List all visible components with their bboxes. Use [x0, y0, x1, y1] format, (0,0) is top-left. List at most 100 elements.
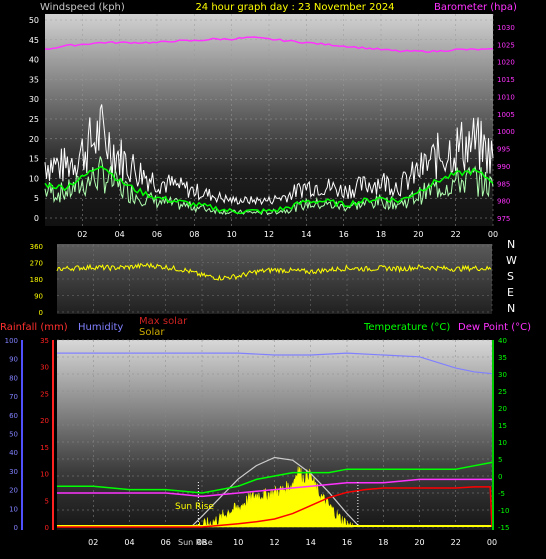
wind-tick-label: 40: [29, 56, 39, 65]
humidity-tick-label: 50: [9, 431, 18, 439]
dir-tick-label: 0: [39, 309, 43, 317]
temp-tick-label: 0: [498, 473, 502, 481]
weather-graph: Windspeed (kph) 24 hour graph day : 23 N…: [0, 2, 531, 547]
wind-x-tick-label: 10: [227, 230, 237, 239]
dir-tick-label: 180: [30, 276, 43, 284]
wind-tick-label: 35: [29, 75, 39, 84]
temp-tick-label: 10: [498, 439, 507, 447]
wind-tick-label: 30: [29, 95, 39, 104]
temp-tick-label: 35: [498, 354, 507, 362]
baro-tick-label: 1025: [497, 41, 515, 49]
wind-tick-label: 25: [29, 115, 39, 124]
wind-tick-label: 0: [34, 214, 39, 223]
temp-tick-label: -15: [498, 524, 509, 532]
temp-tick-label: -10: [498, 507, 509, 515]
sunrise-axis-label: Sun Rise: [178, 538, 213, 547]
humidity-tick-label: 60: [9, 412, 18, 420]
dir-tick-label: 360: [30, 243, 43, 251]
baro-tick-label: 1010: [497, 93, 515, 101]
rain-tick-label: 15: [40, 444, 49, 452]
rain-axis-bar: [52, 340, 54, 530]
temp-x-tick-label: 18: [378, 538, 388, 547]
baro-tick-label: 1015: [497, 76, 515, 84]
barometer-axis-title: Barometer (hpa): [434, 2, 517, 13]
temp-tick-label: 30: [498, 371, 507, 379]
humidity-tick-label: 80: [9, 374, 18, 382]
wind-tick-label: 50: [29, 16, 39, 25]
wind-x-tick-label: 18: [376, 230, 386, 239]
dir-tick-label: 270: [30, 260, 43, 268]
wind-x-tick-label: 02: [77, 230, 87, 239]
rain-tick-label: 20: [40, 417, 49, 425]
wind-x-tick-label: 14: [301, 230, 311, 239]
wind-x-tick-label: 12: [264, 230, 274, 239]
temp-axis-bar: [492, 340, 494, 530]
temp-x-tick-label: 14: [306, 538, 316, 547]
humidity-tick-label: 70: [9, 393, 18, 401]
humidity-tick-label: 40: [9, 449, 18, 457]
wind-x-tick-label: 04: [115, 230, 125, 239]
temp-x-tick-label: 04: [124, 538, 134, 547]
humidity-legend: Humidity: [78, 322, 123, 333]
temp-x-tick-label: 10: [233, 538, 243, 547]
max-solar-legend: Max solar: [139, 316, 188, 327]
baro-tick-label: 990: [497, 163, 510, 171]
temp-tick-label: 40: [498, 337, 507, 345]
dewpoint-axis-title: Dew Point (°C): [458, 322, 531, 333]
humidity-tick-label: 100: [5, 337, 18, 345]
baro-tick-label: 1030: [497, 24, 515, 32]
wind-tick-label: 10: [29, 174, 39, 183]
temp-x-tick-label: 06: [161, 538, 171, 547]
baro-tick-label: 985: [497, 180, 510, 188]
humidity-tick-label: 90: [9, 356, 18, 364]
wind-x-tick-label: 08: [189, 230, 199, 239]
compass-n-top: N: [507, 238, 515, 251]
dir-tick-label: 90: [34, 293, 43, 301]
temperature-axis-title: Temperature (°C): [363, 322, 450, 333]
temp-tick-label: 20: [498, 405, 507, 413]
temp-x-tick-label: 00: [487, 538, 497, 547]
wind-x-tick-label: 00: [488, 230, 498, 239]
baro-tick-label: 1020: [497, 59, 515, 67]
wind-tick-label: 45: [29, 36, 39, 45]
rain-tick-label: 5: [45, 497, 49, 505]
compass-labels: N W S E N: [506, 238, 517, 315]
wind-tick-label: 5: [34, 194, 39, 203]
humidity-tick-label: 0: [14, 524, 18, 532]
solar-legend: Solar: [139, 327, 165, 338]
temp-tick-label: 25: [498, 388, 507, 396]
wind-x-tick-label: 16: [339, 230, 349, 239]
rainfall-axis-title: Rainfall (mm): [0, 322, 68, 333]
wind-x-tick-label: 20: [413, 230, 423, 239]
humidity-tick-label: 30: [9, 468, 18, 476]
temp-tick-label: -5: [498, 490, 505, 498]
sunrise-annotation: Sun Rise: [175, 502, 214, 512]
baro-tick-label: 975: [497, 215, 510, 223]
temp-x-tick-label: 20: [414, 538, 424, 547]
rain-tick-label: 25: [40, 390, 49, 398]
wind-x-tick-label: 22: [451, 230, 461, 239]
baro-tick-label: 980: [497, 198, 510, 206]
temp-x-tick-label: 02: [88, 538, 98, 547]
rain-tick-label: 35: [40, 337, 49, 345]
windspeed-axis-title: Windspeed (kph): [40, 2, 125, 13]
compass-w: W: [506, 254, 517, 267]
wind-x-tick-label: 06: [152, 230, 162, 239]
humidity-axis-bar: [21, 340, 23, 530]
compass-n-bottom: N: [507, 302, 515, 315]
chart-title: 24 hour graph day : 23 November 2024: [195, 2, 394, 13]
baro-tick-label: 995: [497, 146, 510, 154]
rain-tick-label: 10: [40, 471, 49, 479]
compass-e: E: [507, 286, 514, 299]
humidity-tick-label: 10: [9, 505, 18, 513]
humidity-tick-label: 20: [9, 487, 18, 495]
temp-x-tick-label: 22: [451, 538, 461, 547]
temp-tick-label: 15: [498, 422, 507, 430]
wind-tick-label: 15: [29, 155, 39, 164]
temp-tick-label: 5: [498, 456, 502, 464]
baro-tick-label: 1005: [497, 111, 515, 119]
wind-tick-label: 20: [29, 135, 39, 144]
temp-x-tick-label: 16: [342, 538, 352, 547]
baro-tick-label: 1000: [497, 128, 515, 136]
temp-x-tick-label: 12: [269, 538, 279, 547]
